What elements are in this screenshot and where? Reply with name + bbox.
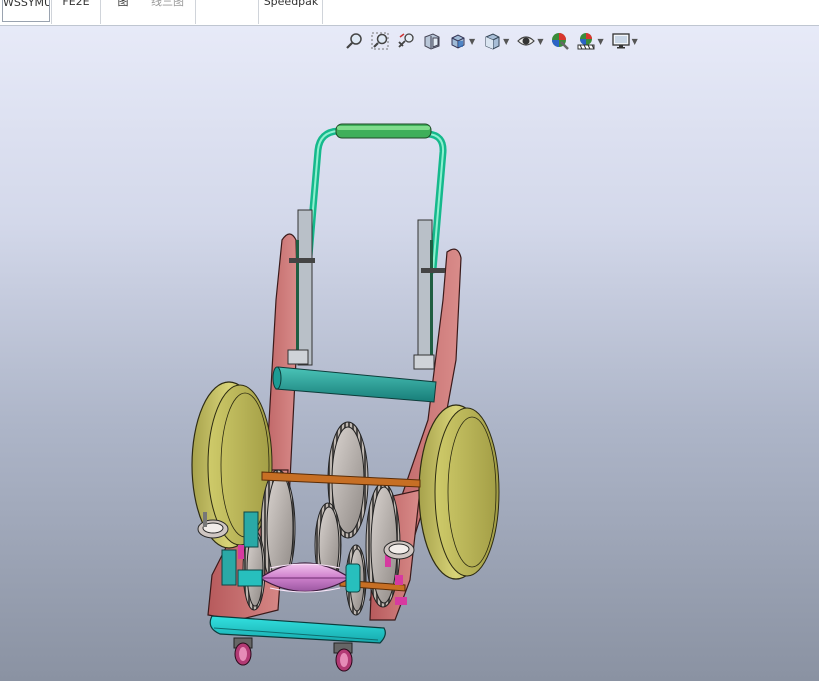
tab-5[interactable] (200, 0, 255, 22)
tab-4[interactable]: 线三图 (145, 0, 190, 22)
3d-model-render[interactable] (0, 26, 819, 681)
tab-separator (258, 0, 259, 24)
tab-separator (322, 0, 323, 24)
tab-1[interactable]: WSSYMU (2, 0, 50, 22)
cross-tube (272, 366, 437, 403)
tab-3[interactable]: 图 (108, 0, 138, 22)
tab-separator (195, 0, 196, 24)
right-wheel (418, 404, 500, 580)
casters (233, 637, 353, 672)
telescopic-tubes (287, 209, 445, 370)
tab-2[interactable]: FE2E (56, 0, 96, 22)
graphics-area[interactable]: ▼ ▼ ▼ ▼ ▼ (0, 26, 819, 681)
tab-6[interactable]: Speedpak (262, 0, 320, 22)
tab-separator (51, 0, 52, 24)
command-tab-strip: WSSYMU FE2E 图 线三图 Speedpak (0, 0, 819, 26)
tab-separator (100, 0, 101, 24)
